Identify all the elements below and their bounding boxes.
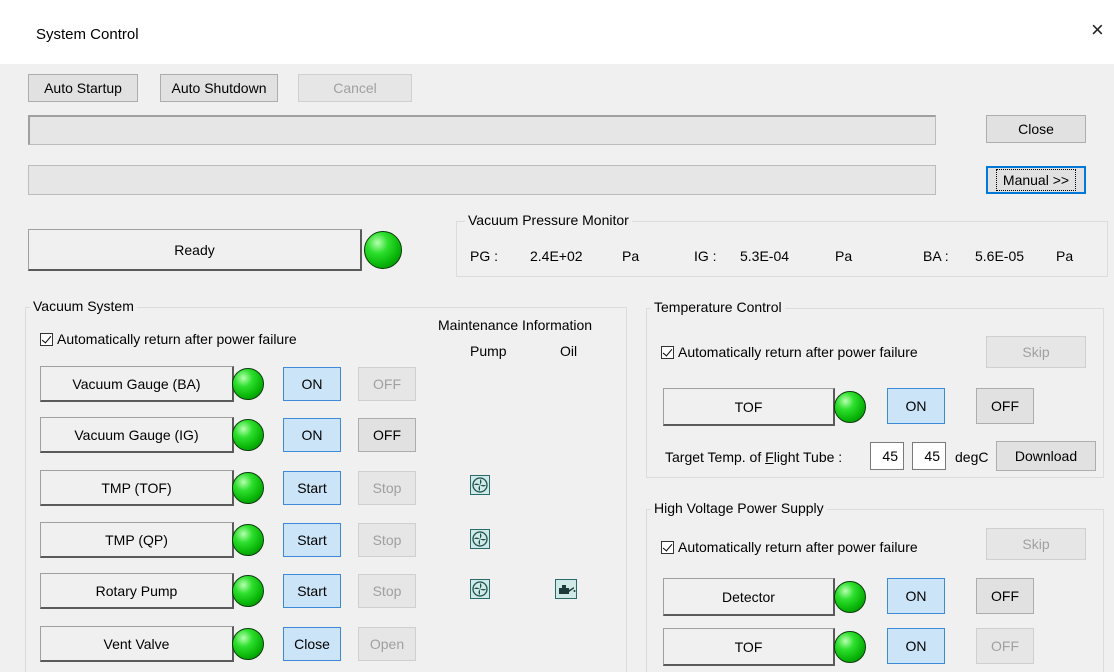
ba-label: BA : xyxy=(923,248,949,264)
tmp-tof-led-icon xyxy=(232,472,264,504)
hv-skip-button[interactable]: Skip xyxy=(986,528,1086,560)
manual-button-label: Manual >> xyxy=(995,169,1077,191)
tmp-tof-stop-button[interactable]: Stop xyxy=(358,471,416,505)
ig-unit: Pa xyxy=(835,248,853,264)
vacuum-auto-return-label: Automatically return after power failure xyxy=(57,331,297,347)
detector-on-button[interactable]: ON xyxy=(887,578,945,614)
vacuum-system-title: Vacuum System xyxy=(30,298,137,314)
vacuum-gauge-ig-led-icon xyxy=(232,419,264,451)
temp-tof-label: TOF xyxy=(663,388,835,426)
cancel-button[interactable]: Cancel xyxy=(298,74,412,102)
target-temp-label: Target Temp. of Flight Tube : xyxy=(665,449,842,465)
temperature-control-title: Temperature Control xyxy=(651,299,785,315)
ig-label: IG : xyxy=(694,248,717,264)
pg-unit: Pa xyxy=(622,248,640,264)
rotary-pump-start-button[interactable]: Start xyxy=(283,574,341,608)
target-temp-label-accel: F xyxy=(765,449,774,465)
tmp-tof-pump-fan-icon xyxy=(470,475,490,495)
rotary-pump-label: Rotary Pump xyxy=(40,573,234,609)
vacuum-pressure-monitor-title: Vacuum Pressure Monitor xyxy=(465,212,632,228)
hv-tof-label: TOF xyxy=(663,628,835,666)
vacuum-auto-return-checkbox[interactable]: Automatically return after power failure xyxy=(40,331,297,347)
target-temp-label-post: light Tube : xyxy=(773,449,843,465)
close-button[interactable]: Close xyxy=(986,115,1086,143)
progress-bar-2 xyxy=(28,165,936,195)
rotary-pump-fan-icon xyxy=(470,579,490,599)
target-temp-input-1[interactable]: 45 xyxy=(870,442,904,470)
tmp-qp-label: TMP (QP) xyxy=(40,522,234,558)
checkbox-checked-icon xyxy=(661,345,674,359)
hv-tof-led-icon xyxy=(834,631,866,663)
ba-value: 5.6E-05 xyxy=(975,248,1025,264)
checkbox-checked-icon xyxy=(661,540,674,554)
pg-label: PG : xyxy=(470,248,499,264)
auto-startup-button[interactable]: Auto Startup xyxy=(28,74,138,102)
vacuum-gauge-ba-off-button[interactable]: OFF xyxy=(358,367,416,401)
checkbox-checked-icon xyxy=(40,332,53,346)
window-title: System Control xyxy=(36,26,139,43)
tmp-tof-start-button[interactable]: Start xyxy=(283,471,341,505)
pump-column-header: Pump xyxy=(470,343,507,359)
rotary-pump-led-icon xyxy=(232,575,264,607)
temp-auto-return-checkbox[interactable]: Automatically return after power failure xyxy=(661,344,918,360)
rotary-pump-oil-can-icon xyxy=(555,579,577,599)
download-button[interactable]: Download xyxy=(996,441,1096,471)
target-temp-label-pre: Target Temp. of xyxy=(665,449,766,465)
title-bar xyxy=(0,0,1114,64)
target-temp-unit: degC xyxy=(955,449,989,465)
ig-value: 5.3E-04 xyxy=(740,248,790,264)
pg-value: 2.4E+02 xyxy=(530,248,583,264)
temp-tof-off-button[interactable]: OFF xyxy=(976,388,1034,424)
temp-skip-button[interactable]: Skip xyxy=(986,336,1086,368)
target-temp-input-2[interactable]: 45 xyxy=(912,442,946,470)
vacuum-gauge-ig-off-button[interactable]: OFF xyxy=(358,418,416,452)
status-display: Ready xyxy=(28,229,362,271)
manual-button[interactable]: Manual >> xyxy=(986,166,1086,194)
temp-tof-led-icon xyxy=(834,391,866,423)
detector-led-icon xyxy=(834,581,866,613)
detector-off-button[interactable]: OFF xyxy=(976,578,1034,614)
ready-led-icon xyxy=(364,231,402,269)
vacuum-gauge-ba-led-icon xyxy=(232,368,264,400)
detector-label: Detector xyxy=(663,578,835,616)
vent-valve-label: Vent Valve xyxy=(40,626,234,662)
ba-unit: Pa xyxy=(1056,248,1074,264)
tmp-qp-stop-button[interactable]: Stop xyxy=(358,523,416,557)
progress-bar-1 xyxy=(28,115,936,145)
hv-auto-return-label: Automatically return after power failure xyxy=(678,539,918,555)
vacuum-gauge-ig-on-button[interactable]: ON xyxy=(283,418,341,452)
vent-valve-close-button[interactable]: Close xyxy=(283,627,341,661)
maintenance-info-title: Maintenance Information xyxy=(438,317,593,333)
tmp-tof-label: TMP (TOF) xyxy=(40,470,234,506)
hv-tof-on-button[interactable]: ON xyxy=(887,628,945,664)
oil-column-header: Oil xyxy=(560,343,578,359)
tmp-qp-start-button[interactable]: Start xyxy=(283,523,341,557)
vacuum-gauge-ig-label: Vacuum Gauge (IG) xyxy=(40,417,234,453)
high-voltage-title: High Voltage Power Supply xyxy=(651,500,827,516)
vent-valve-open-button[interactable]: Open xyxy=(358,627,416,661)
vent-valve-led-icon xyxy=(232,628,264,660)
tmp-qp-led-icon xyxy=(232,524,264,556)
vacuum-gauge-ba-label: Vacuum Gauge (BA) xyxy=(40,366,234,402)
temp-tof-on-button[interactable]: ON xyxy=(887,388,945,424)
rotary-pump-stop-button[interactable]: Stop xyxy=(358,574,416,608)
tmp-qp-pump-fan-icon xyxy=(470,529,490,549)
temp-auto-return-label: Automatically return after power failure xyxy=(678,344,918,360)
hv-auto-return-checkbox[interactable]: Automatically return after power failure xyxy=(661,539,918,555)
hv-tof-off-button[interactable]: OFF xyxy=(976,628,1034,664)
vacuum-gauge-ba-on-button[interactable]: ON xyxy=(283,367,341,401)
window-close-icon[interactable]: × xyxy=(1091,18,1104,42)
auto-shutdown-button[interactable]: Auto Shutdown xyxy=(160,74,278,102)
